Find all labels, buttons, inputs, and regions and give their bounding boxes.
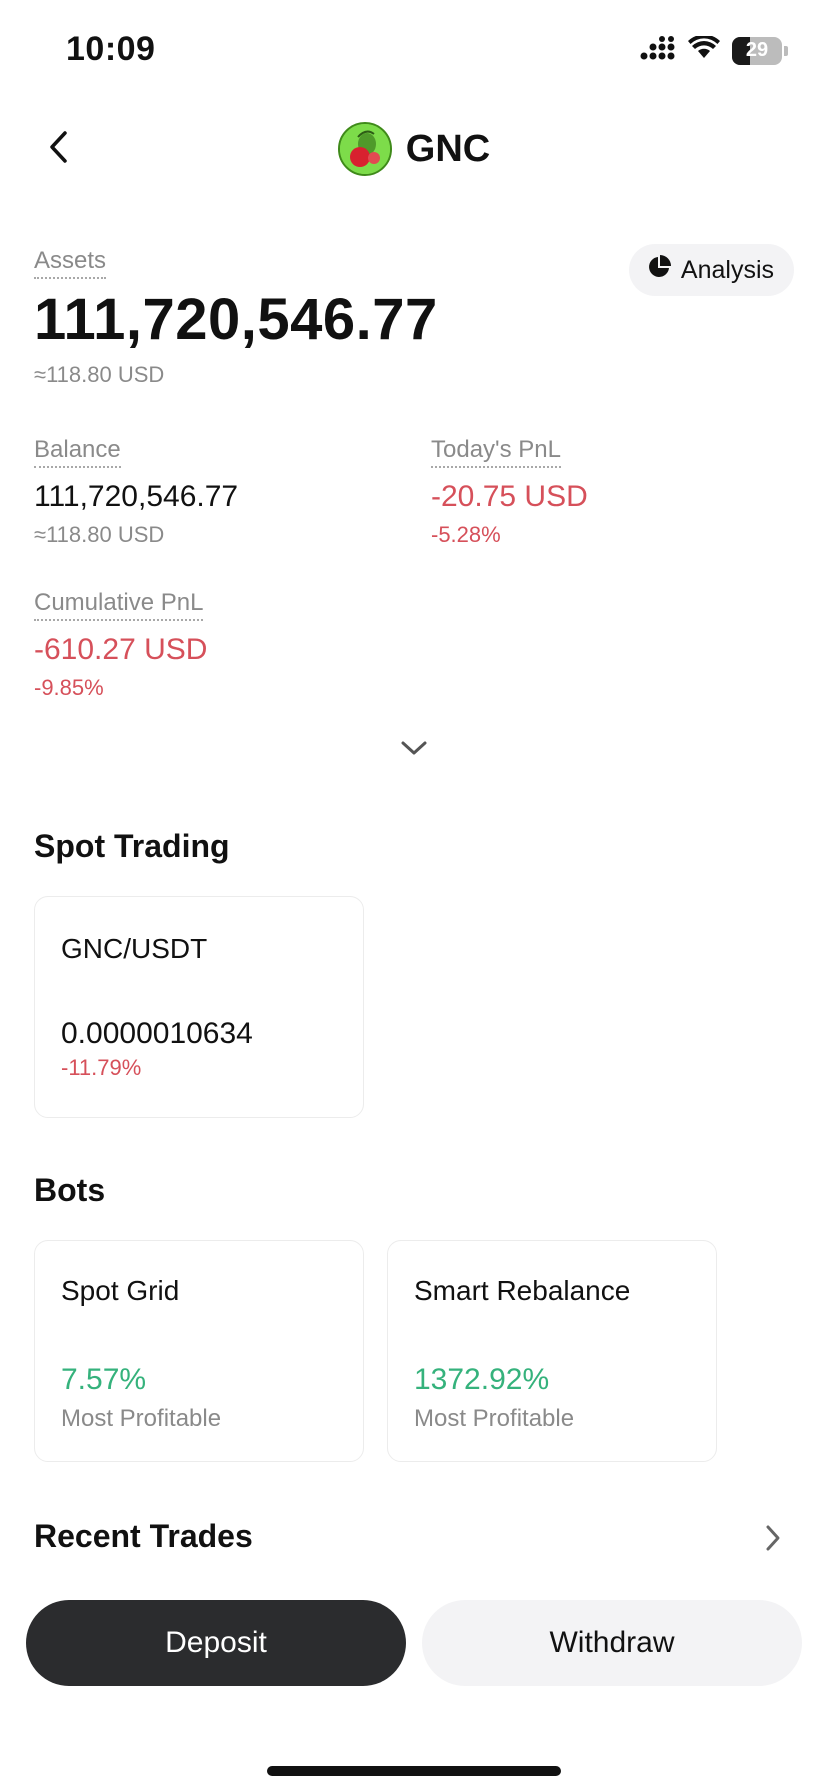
todays-pnl-percent: -5.28% xyxy=(431,522,501,547)
bot-name: Smart Rebalance xyxy=(414,1275,631,1306)
cumulative-pnl-stat: Cumulative PnL -610.27 USD -9.85% xyxy=(34,589,207,701)
battery-level: 29 xyxy=(745,39,769,61)
chevron-down-icon xyxy=(400,739,428,762)
bot-name: Spot Grid xyxy=(61,1275,180,1306)
bot-card-smart-rebalance[interactable]: Smart Rebalance 1372.92% Most Profitable xyxy=(387,1240,717,1462)
bot-profit-label: Most Profitable xyxy=(414,1405,575,1432)
spot-pair-name: GNC/USDT xyxy=(61,933,208,964)
expand-button[interactable] xyxy=(396,736,432,764)
spot-pair-change: -11.79% xyxy=(61,1055,142,1080)
recent-trades-more-button[interactable] xyxy=(758,1522,788,1558)
assets-label[interactable]: Assets xyxy=(34,247,107,279)
battery-icon: 29 xyxy=(732,36,782,65)
home-indicator[interactable] xyxy=(267,1766,561,1776)
spot-trading-title: Spot Trading xyxy=(34,828,230,864)
bot-card-spot-grid[interactable]: Spot Grid 7.57% Most Profitable xyxy=(34,1240,364,1462)
signal-icon xyxy=(640,36,676,65)
page-title: GNC xyxy=(405,127,491,170)
assets-usd-value: ≈118.80 USD xyxy=(34,362,165,387)
deposit-button[interactable]: Deposit xyxy=(26,1600,406,1686)
balance-usd: ≈118.80 USD xyxy=(34,522,165,547)
analysis-label: Analysis xyxy=(680,255,774,284)
todays-pnl-stat: Today's PnL -20.75 USD -5.28% xyxy=(431,436,588,548)
cumulative-pnl-percent: -9.85% xyxy=(34,675,104,700)
withdraw-button[interactable]: Withdraw xyxy=(422,1600,802,1686)
todays-pnl-value: -20.75 USD xyxy=(431,480,588,513)
balance-label[interactable]: Balance xyxy=(34,436,121,468)
balance-stat: Balance 111,720,546.77 ≈118.80 USD xyxy=(34,436,238,548)
battery-tip xyxy=(784,45,788,56)
status-time: 10:09 xyxy=(66,30,156,68)
cumulative-pnl-label[interactable]: Cumulative PnL xyxy=(34,589,204,621)
bot-profit-value: 1372.92% xyxy=(414,1363,550,1396)
spot-pair-price: 0.0000010634 xyxy=(61,1017,253,1050)
coin-logo xyxy=(337,122,392,176)
recent-trades-title[interactable]: Recent Trades xyxy=(34,1518,253,1555)
cumulative-pnl-value: -610.27 USD xyxy=(34,633,208,666)
assets-value: 111,720,546.77 xyxy=(34,287,438,352)
status-bar: 10:09 29 xyxy=(0,0,828,100)
chevron-right-icon xyxy=(764,1524,782,1557)
bottom-action-bar: Deposit Withdraw xyxy=(0,1590,828,1792)
spot-trading-card[interactable]: GNC/USDT 0.0000010634 -11.79% xyxy=(34,896,364,1118)
bots-title: Bots xyxy=(34,1172,106,1208)
todays-pnl-label[interactable]: Today's PnL xyxy=(431,436,561,468)
wifi-icon xyxy=(688,34,720,65)
bot-profit-label: Most Profitable xyxy=(61,1405,222,1432)
bot-profit-value: 7.57% xyxy=(61,1363,147,1396)
nav-bar: GNC xyxy=(0,105,828,195)
balance-value: 111,720,546.77 xyxy=(34,480,239,513)
page-title-group: GNC xyxy=(0,122,828,176)
analysis-button[interactable]: Analysis xyxy=(628,244,794,296)
pie-chart-icon xyxy=(647,254,671,286)
status-icons: 29 xyxy=(640,34,788,65)
